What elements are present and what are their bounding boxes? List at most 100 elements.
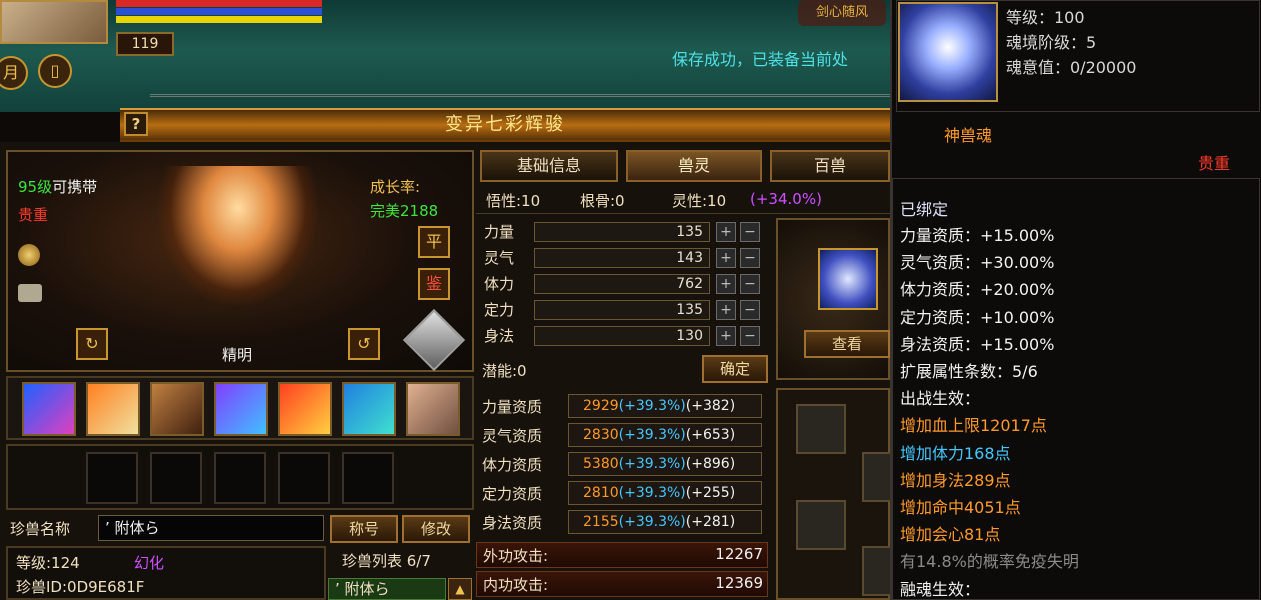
- aptitude-row: 力量资质 2929(+39.3%)(+382): [476, 394, 766, 420]
- energy-bar: [116, 16, 322, 23]
- tooltip-line: 体力资质：+20.00%: [900, 280, 1055, 300]
- empty-slot[interactable]: [86, 452, 138, 504]
- aptitude-label: 体力资质: [482, 456, 543, 474]
- skill-7[interactable]: [406, 382, 460, 436]
- minus-button[interactable]: −: [740, 248, 760, 268]
- plus-button[interactable]: +: [716, 222, 736, 242]
- carry-level: 95级: [18, 178, 53, 196]
- confirm-button[interactable]: 确定: [702, 355, 768, 383]
- equip-slot[interactable]: [862, 546, 892, 596]
- transform-link[interactable]: 幻化: [134, 552, 164, 573]
- pet-id: 珍兽ID:0D9E681F: [16, 578, 145, 596]
- view-button[interactable]: 查看: [804, 330, 890, 358]
- tab-basic-info[interactable]: 基础信息: [480, 150, 618, 182]
- carry-label: 可携带: [52, 178, 98, 196]
- tab-beast-spirit[interactable]: 兽灵: [626, 150, 762, 182]
- minus-button[interactable]: −: [740, 300, 760, 320]
- empty-slot[interactable]: [342, 452, 394, 504]
- attack-value: 12267: [715, 545, 763, 563]
- aptitude-label: 身法资质: [482, 514, 543, 532]
- tooltip-line: 扩展属性条数：5/6: [900, 362, 1038, 381]
- aptitude-value: 2810(+39.3%)(+255): [568, 481, 762, 505]
- plus-button[interactable]: +: [716, 326, 736, 346]
- minus-button[interactable]: −: [740, 222, 760, 242]
- rename-button[interactable]: 修改: [402, 515, 470, 543]
- tooltip-line: 增加命中4051点: [900, 498, 1021, 517]
- tab-hundred-beasts[interactable]: 百兽: [770, 150, 890, 182]
- equip-slot[interactable]: [796, 404, 846, 454]
- equip-slot[interactable]: [862, 452, 892, 502]
- empty-slot[interactable]: [214, 452, 266, 504]
- tooltip-line: 身法资质：+15.00%: [900, 334, 1055, 354]
- skill-3[interactable]: [150, 382, 204, 436]
- inner-attack-row: 内功攻击: 12369: [476, 571, 768, 597]
- tooltip-stage: 魂境阶级：5: [1006, 33, 1097, 52]
- soul-panel: 查看: [776, 218, 890, 380]
- wuxing-stat: 悟性:10: [486, 192, 541, 210]
- personality-label: 精明: [222, 346, 253, 364]
- hp-bar: [116, 0, 322, 7]
- tooltip-line: 灵气资质：+30.00%: [900, 253, 1055, 273]
- potential-label: 潜能:0: [482, 362, 527, 380]
- mp-bar: [116, 8, 322, 15]
- rotate-left-button[interactable]: ↻: [76, 328, 108, 360]
- attr-label: 身法: [484, 327, 515, 345]
- pet-model-view[interactable]: 95级可携带 贵重 成长率: 完美2188 平 鉴 ↻ ↺ 精明: [6, 150, 474, 372]
- attr-label: 灵气: [484, 249, 515, 267]
- pet-level: 等级:124: [16, 554, 80, 572]
- tooltip-line: 增加会心81点: [900, 525, 1001, 545]
- pet-model: [158, 166, 318, 306]
- beast-equip-panel: [776, 388, 892, 600]
- attack-value: 12369: [715, 574, 763, 592]
- attr-value: 135: [534, 300, 710, 320]
- equip-slot[interactable]: [796, 500, 846, 550]
- diamond-icon[interactable]: [402, 308, 466, 372]
- tooltip-line: 有14.8%的概率免疫失明: [900, 552, 1079, 572]
- plus-button[interactable]: +: [716, 248, 736, 268]
- tooltip-line: 定力资质：+10.00%: [900, 307, 1055, 327]
- minus-button[interactable]: −: [740, 274, 760, 294]
- ping-button[interactable]: 平: [418, 226, 450, 258]
- pet-name-input[interactable]: ’ 附体ら: [98, 515, 324, 541]
- attr-label: 定力: [484, 301, 515, 319]
- aptitude-value: 2929(+39.3%)(+382): [568, 394, 762, 418]
- growth-value: 完美2188: [370, 202, 439, 220]
- soul-item-icon[interactable]: [818, 248, 878, 310]
- bag-icon[interactable]: [18, 284, 42, 302]
- gengu-stat: 根骨:0: [580, 192, 625, 210]
- help-button[interactable]: ?: [124, 112, 148, 136]
- tooltip-item-name: 神兽魂: [944, 126, 993, 145]
- rotate-right-button[interactable]: ↺: [348, 328, 380, 360]
- aptitude-label: 定力资质: [482, 485, 543, 503]
- skill-2[interactable]: [86, 382, 140, 436]
- title-button[interactable]: 称号: [330, 515, 398, 543]
- skill-4[interactable]: [214, 382, 268, 436]
- lingxing-stat: 灵性:10: [672, 192, 727, 210]
- aptitude-value: 2830(+39.3%)(+653): [568, 423, 762, 447]
- attr-label: 体力: [484, 275, 515, 293]
- player-portrait[interactable]: [0, 0, 108, 44]
- attr-value: 130: [534, 326, 710, 346]
- skill-6[interactable]: [342, 382, 396, 436]
- lingxing-bonus: (+34.0%): [750, 190, 822, 208]
- tooltip-line: 增加血上限12017点: [900, 416, 1047, 436]
- tooltip-line: 出战生效：: [900, 389, 981, 409]
- list-scroll-up[interactable]: ▲: [448, 578, 472, 600]
- phone-button[interactable]: ▯: [38, 54, 72, 88]
- pet-list-label: 珍兽列表 6/7: [342, 552, 431, 570]
- plus-button[interactable]: +: [716, 274, 736, 294]
- pet-list-item[interactable]: ’ 附体ら: [328, 578, 446, 600]
- attr-value: 143: [534, 248, 710, 268]
- coin-icon[interactable]: [18, 244, 40, 266]
- appraise-button[interactable]: 鉴: [418, 268, 450, 300]
- aptitude-label: 灵气资质: [482, 427, 543, 445]
- status-message: 保存成功，已装备当前处: [672, 50, 849, 69]
- aptitude-row: 身法资质 2155(+39.3%)(+281): [476, 510, 766, 536]
- empty-slot[interactable]: [278, 452, 330, 504]
- empty-slot[interactable]: [150, 452, 202, 504]
- window-titlebar[interactable]: 变异七彩辉骏: [120, 108, 890, 142]
- plus-button[interactable]: +: [716, 300, 736, 320]
- skill-5[interactable]: [278, 382, 332, 436]
- minus-button[interactable]: −: [740, 326, 760, 346]
- skill-1[interactable]: [22, 382, 76, 436]
